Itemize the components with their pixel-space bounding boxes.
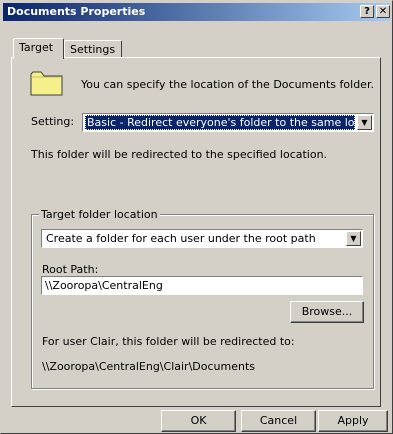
close-button[interactable]: ✕	[376, 5, 390, 18]
root-path-label: Root Path:	[42, 263, 99, 276]
setting-dropdown[interactable]: Basic - Redirect everyone's folder to th…	[82, 113, 374, 132]
chevron-down-icon[interactable]: ▼	[357, 115, 372, 130]
target-folder-group-title: Target folder location	[39, 208, 160, 221]
redirect-to-path: \\Zooropa\CentralEng\Clair\Documents	[42, 360, 255, 373]
tab-target[interactable]: Target	[13, 38, 64, 59]
target-location-dropdown-value: Create a folder for each user under the …	[46, 232, 316, 245]
apply-button[interactable]: Apply	[318, 410, 388, 432]
redirect-to-label: For user Clair, this folder will be redi…	[42, 335, 295, 348]
window-title: Documents Properties	[7, 5, 146, 18]
cancel-button[interactable]: Cancel	[241, 410, 316, 432]
setting-label: Setting:	[31, 115, 75, 128]
tab-settings[interactable]: Settings	[64, 40, 122, 58]
target-location-dropdown[interactable]: Create a folder for each user under the …	[41, 229, 363, 248]
ok-button[interactable]: OK	[161, 410, 236, 432]
redirect-note: This folder will be redirected to the sp…	[31, 148, 328, 161]
root-path-input[interactable]: \\Zooropa\CentralEng	[41, 276, 363, 295]
setting-dropdown-value: Basic - Redirect everyone's folder to th…	[85, 115, 355, 130]
chevron-down-icon[interactable]: ▼	[346, 231, 361, 246]
title-bar[interactable]: Documents Properties ? ✕	[3, 3, 390, 21]
browse-button[interactable]: Browse...	[290, 301, 364, 323]
intro-text: You can specify the location of the Docu…	[81, 78, 374, 91]
folder-icon	[30, 71, 63, 96]
help-button[interactable]: ?	[360, 5, 374, 18]
